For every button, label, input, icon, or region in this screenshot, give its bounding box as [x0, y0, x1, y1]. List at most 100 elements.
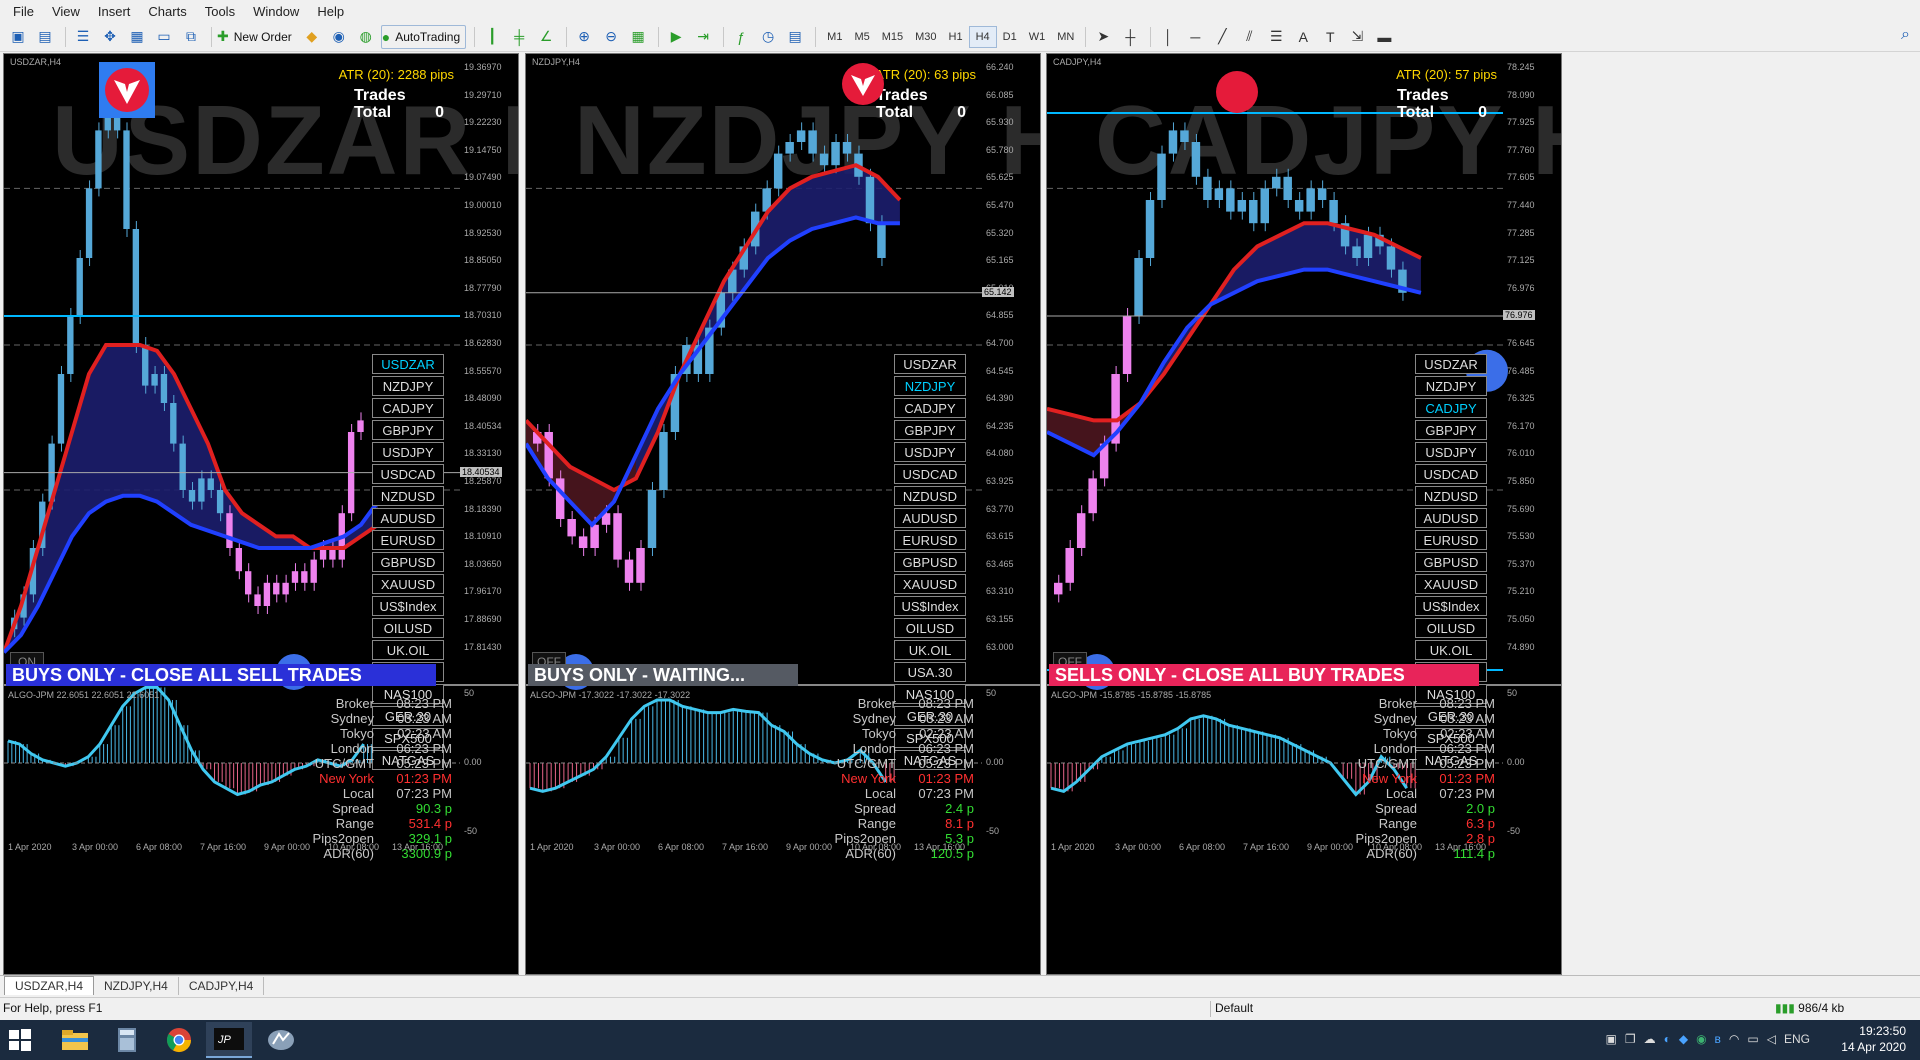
search-icon[interactable]: ⌕ [1901, 26, 1910, 44]
periods-icon[interactable]: ◷ [756, 25, 780, 49]
timeframe-d1[interactable]: D1 [997, 26, 1023, 48]
fibonacci-icon[interactable]: ☰ [1264, 25, 1288, 49]
symbol-button-usdjpy[interactable]: USDJPY [372, 442, 444, 462]
menu-insert[interactable]: Insert [89, 4, 140, 19]
metatrader-icon[interactable] [258, 1022, 304, 1058]
chart-panel-cadjpy[interactable]: CADJPY,H4CADJPY H478.24578.09077.92577.7… [1046, 53, 1562, 975]
chart-panel-usdzar[interactable]: USDZAR,H4USDZAR H419.3697019.2971019.222… [3, 53, 519, 975]
tray-bluetooth-icon[interactable]: ʙ [1715, 1032, 1721, 1046]
tile-windows-icon[interactable]: ▦ [626, 25, 650, 49]
line-chart-icon[interactable]: ∠ [534, 25, 558, 49]
symbol-button-nzdjpy[interactable]: NZDJPY [1415, 376, 1487, 396]
symbol-button-oilusd[interactable]: OILUSD [372, 618, 444, 638]
symbol-button-usdcad[interactable]: USDCAD [894, 464, 966, 484]
zoom-in-icon[interactable]: ⊕ [572, 25, 596, 49]
symbol-button-usdjpy[interactable]: USDJPY [894, 442, 966, 462]
candlestick-icon[interactable]: ╪ [507, 25, 531, 49]
tray-antivirus-icon[interactable]: ◐ [1664, 1032, 1671, 1046]
symbol-button-usdzar[interactable]: USDZAR [894, 354, 966, 374]
menu-file[interactable]: File [4, 4, 43, 19]
templates-icon[interactable]: ▤ [783, 25, 807, 49]
market-icon[interactable]: ◍ [354, 25, 378, 49]
menu-window[interactable]: Window [244, 4, 308, 19]
crosshair-icon[interactable]: ┼ [1118, 25, 1142, 49]
timeframe-m15[interactable]: M15 [876, 26, 909, 48]
symbol-button-eurusd[interactable]: EURUSD [894, 530, 966, 550]
symbol-button-cadjpy[interactable]: CADJPY [372, 398, 444, 418]
symbol-button-xauusd[interactable]: XAUUSD [372, 574, 444, 594]
symbol-button-gbpjpy[interactable]: GBPJPY [1415, 420, 1487, 440]
symbol-button-nzdjpy[interactable]: NZDJPY [894, 376, 966, 396]
strategy-tester-icon[interactable]: ⧉ [179, 25, 203, 49]
timeframe-h1[interactable]: H1 [943, 26, 969, 48]
bar-chart-icon[interactable]: ┃ [480, 25, 504, 49]
symbol-button-nzdjpy[interactable]: NZDJPY [372, 376, 444, 396]
tray-sync-icon[interactable]: ◉ [1696, 1032, 1706, 1046]
tab-nzdjpy[interactable]: NZDJPY,H4 [94, 977, 179, 995]
data-window-icon[interactable]: ✥ [98, 25, 122, 49]
timeframe-m30[interactable]: M30 [909, 26, 942, 48]
symbol-button-usdcad[interactable]: USDCAD [1415, 464, 1487, 484]
autoscroll-icon[interactable]: ▶ [664, 25, 688, 49]
tray-display-icon[interactable]: ❐ [1625, 1032, 1636, 1046]
symbol-button-usdjpy[interactable]: USDJPY [1415, 442, 1487, 462]
tray-wifi-icon[interactable]: ◠ [1729, 1032, 1739, 1046]
trading-terminal-icon[interactable]: JP [206, 1022, 252, 1058]
symbol-button-audusd[interactable]: AUDUSD [894, 508, 966, 528]
tray-cloud-icon[interactable]: ☁ [1644, 1032, 1656, 1046]
timeframe-m1[interactable]: M1 [821, 26, 848, 48]
text-label-icon[interactable]: T [1318, 25, 1342, 49]
menu-view[interactable]: View [43, 4, 89, 19]
symbol-button-oilusd[interactable]: OILUSD [894, 618, 966, 638]
tray-battery-icon[interactable]: ▭ [1747, 1032, 1758, 1046]
symbol-button-ukoil[interactable]: UK.OIL [372, 640, 444, 660]
symbol-button-gbpjpy[interactable]: GBPJPY [372, 420, 444, 440]
file-explorer-icon[interactable] [52, 1022, 98, 1058]
symbol-button-ukoil[interactable]: UK.OIL [1415, 640, 1487, 660]
taskbar-clock[interactable]: 19:23:50 14 Apr 2020 [1826, 1023, 1906, 1055]
calculator-icon[interactable] [104, 1022, 150, 1058]
chart-shift-icon[interactable]: ⇥ [691, 25, 715, 49]
symbol-button-audusd[interactable]: AUDUSD [372, 508, 444, 528]
tray-language[interactable]: ENG [1784, 1032, 1810, 1046]
symbol-button-usindex[interactable]: US$Index [1415, 596, 1487, 616]
market-watch-icon[interactable]: ☰ [71, 25, 95, 49]
zoom-out-icon[interactable]: ⊖ [599, 25, 623, 49]
indicators-icon[interactable]: ƒ [729, 25, 753, 49]
symbol-button-gbpjpy[interactable]: GBPJPY [894, 420, 966, 440]
arrows-icon[interactable]: ⇲ [1345, 25, 1369, 49]
profiles-icon[interactable]: ▤ [33, 25, 57, 49]
symbol-button-nzdusd[interactable]: NZDUSD [1415, 486, 1487, 506]
tray-volume-icon[interactable]: ◁ [1767, 1032, 1776, 1046]
symbol-button-cadjpy[interactable]: CADJPY [894, 398, 966, 418]
screenshot-icon[interactable]: ▬ [1372, 25, 1396, 49]
chrome-icon[interactable] [156, 1022, 202, 1058]
symbol-button-usdcad[interactable]: USDCAD [372, 464, 444, 484]
symbol-button-gbpusd[interactable]: GBPUSD [372, 552, 444, 572]
symbol-button-gbpusd[interactable]: GBPUSD [894, 552, 966, 572]
tab-usdzar[interactable]: USDZAR,H4 [4, 976, 95, 995]
symbol-button-usindex[interactable]: US$Index [894, 596, 966, 616]
symbol-button-nzdusd[interactable]: NZDUSD [894, 486, 966, 506]
text-icon[interactable]: A [1291, 25, 1315, 49]
menu-tools[interactable]: Tools [196, 4, 244, 19]
symbol-button-eurusd[interactable]: EURUSD [1415, 530, 1487, 550]
tray-dropbox-icon[interactable]: ◆ [1679, 1032, 1688, 1046]
trendline-icon[interactable]: ╱ [1210, 25, 1234, 49]
timeframe-m5[interactable]: M5 [848, 26, 875, 48]
channel-icon[interactable]: ⫽ [1237, 25, 1261, 49]
navigator-icon[interactable]: ▦ [125, 25, 149, 49]
meta-editor-icon[interactable]: ◆ [300, 25, 324, 49]
menu-charts[interactable]: Charts [139, 4, 195, 19]
symbol-button-audusd[interactable]: AUDUSD [1415, 508, 1487, 528]
symbol-button-eurusd[interactable]: EURUSD [372, 530, 444, 550]
symbol-button-ukoil[interactable]: UK.OIL [894, 640, 966, 660]
symbol-button-nzdusd[interactable]: NZDUSD [372, 486, 444, 506]
timeframe-h4[interactable]: H4 [968, 25, 997, 48]
new-order-button[interactable]: ✚ New Order [217, 25, 297, 49]
symbol-button-cadjpy[interactable]: CADJPY [1415, 398, 1487, 418]
terminal-icon[interactable]: ▭ [152, 25, 176, 49]
symbol-button-gbpusd[interactable]: GBPUSD [1415, 552, 1487, 572]
symbol-button-usindex[interactable]: US$Index [372, 596, 444, 616]
autotrading-button[interactable]: ● AutoTrading [380, 24, 467, 49]
